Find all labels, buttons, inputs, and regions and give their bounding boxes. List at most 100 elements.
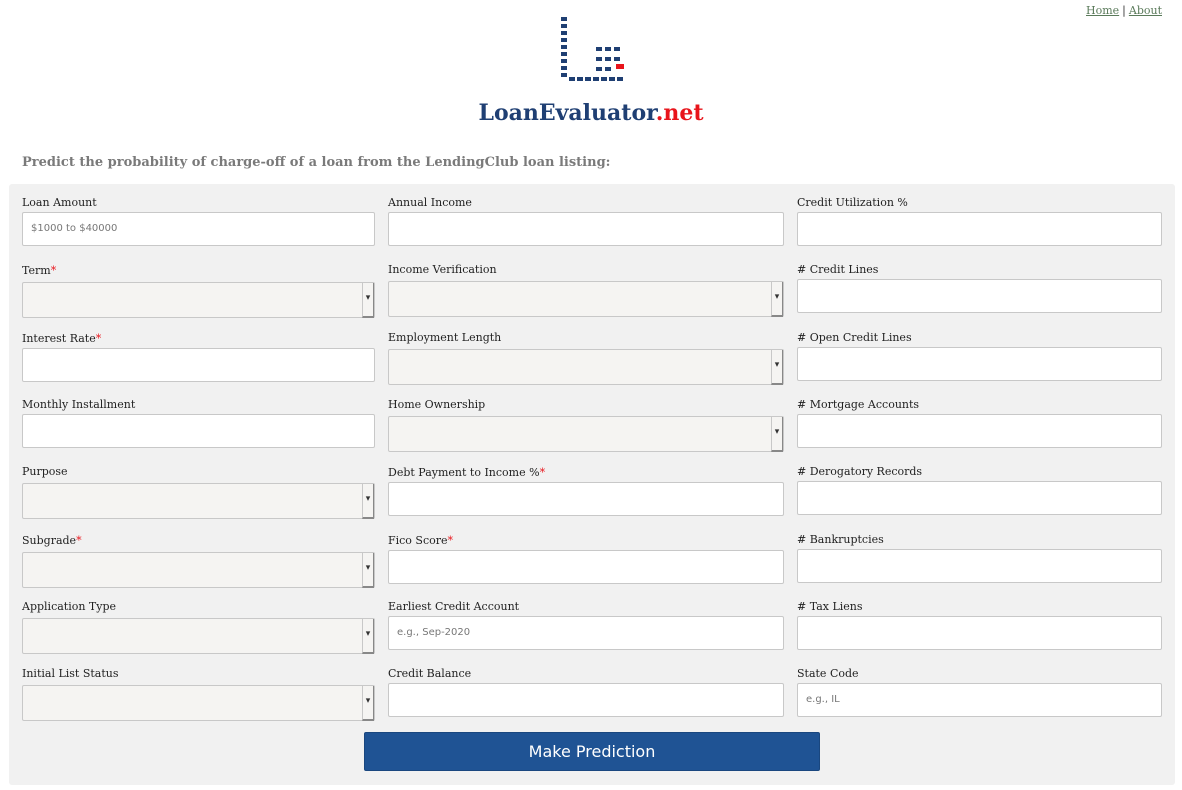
credit-balance-label: Credit Balance (388, 667, 784, 681)
loan-amount-field: Loan Amount $1000 to $40000 (22, 196, 375, 246)
num-tax-liens-input[interactable] (797, 616, 1162, 650)
credit-balance-field: Credit Balance (388, 667, 784, 717)
loan-amount-input[interactable]: $1000 to $40000 (22, 212, 375, 246)
num-derogatory-records-field: # Derogatory Records (797, 465, 1162, 515)
interest-rate-field: Interest Rate* (22, 332, 375, 382)
employment-length-label: Employment Length (388, 331, 784, 345)
earliest-credit-account-field: Earliest Credit Account e.g., Sep-2020 (388, 600, 784, 650)
num-bankruptcies-label: # Bankruptcies (797, 533, 1162, 547)
annual-income-input[interactable] (388, 212, 784, 246)
income-verification-field: Income Verification ▾ (388, 263, 784, 317)
initial-list-status-field: Initial List Status ▾ (22, 667, 375, 721)
term-select[interactable]: ▾ (22, 282, 375, 318)
top-nav: Home | About (1086, 4, 1162, 17)
required-asterisk: * (50, 264, 57, 277)
page-subtitle: Predict the probability of charge-off of… (22, 155, 611, 170)
num-credit-lines-input[interactable] (797, 279, 1162, 313)
home-ownership-select[interactable]: ▾ (388, 416, 784, 452)
num-derogatory-records-label: # Derogatory Records (797, 465, 1162, 479)
term-field: Term* ▾ (22, 264, 375, 318)
subgrade-select[interactable]: ▾ (22, 552, 375, 588)
num-derogatory-records-input[interactable] (797, 481, 1162, 515)
brand-tld: .net (655, 100, 704, 126)
monthly-installment-field: Monthly Installment (22, 398, 375, 448)
debt-payment-to-income-pct-label-text: Debt Payment to Income % (388, 466, 540, 479)
logo-icon (561, 17, 624, 81)
monthly-installment-input[interactable] (22, 414, 375, 448)
num-mortgage-accounts-input[interactable] (797, 414, 1162, 448)
interest-rate-input[interactable] (22, 348, 375, 382)
earliest-credit-account-label-text: Earliest Credit Account (388, 600, 520, 613)
chevron-down-icon[interactable]: ▾ (362, 283, 374, 318)
credit-utilization-pct-label-text: Credit Utilization % (797, 196, 908, 209)
chevron-down-icon[interactable]: ▾ (362, 553, 374, 588)
home-ownership-label-text: Home Ownership (388, 398, 486, 411)
employment-length-select[interactable]: ▾ (388, 349, 784, 385)
initial-list-status-label-text: Initial List Status (22, 667, 119, 680)
required-asterisk: * (76, 534, 82, 547)
num-bankruptcies-field: # Bankruptcies (797, 533, 1162, 583)
loan-amount-label-text: Loan Amount (22, 196, 97, 209)
chevron-down-icon[interactable]: ▾ (771, 417, 783, 452)
annual-income-label: Annual Income (388, 196, 784, 210)
credit-utilization-pct-input[interactable] (797, 212, 1162, 246)
num-derogatory-records-label-text: # Derogatory Records (797, 465, 923, 478)
purpose-field: Purpose ▾ (22, 465, 375, 519)
credit-utilization-pct-field: Credit Utilization % (797, 196, 1162, 246)
debt-payment-to-income-pct-input[interactable] (388, 482, 784, 516)
num-credit-lines-label: # Credit Lines (797, 263, 1162, 277)
num-open-credit-lines-label: # Open Credit Lines (797, 331, 1162, 345)
required-asterisk: * (539, 466, 546, 479)
application-type-label-text: Application Type (22, 600, 117, 613)
annual-income-label-text: Annual Income (388, 196, 472, 209)
num-credit-lines-label-text: # Credit Lines (797, 263, 879, 276)
income-verification-select[interactable]: ▾ (388, 281, 784, 317)
num-tax-liens-label: # Tax Liens (797, 600, 1162, 614)
term-label: Term* (22, 264, 375, 278)
home-link[interactable]: Home (1086, 4, 1119, 17)
income-verification-label-text: Income Verification (388, 263, 497, 276)
initial-list-status-select[interactable]: ▾ (22, 685, 375, 721)
application-type-field: Application Type ▾ (22, 600, 375, 654)
initial-list-status-label: Initial List Status (22, 667, 375, 681)
application-type-label: Application Type (22, 600, 375, 614)
chevron-down-icon[interactable]: ▾ (362, 686, 374, 721)
nav-separator: | (1122, 4, 1126, 17)
monthly-installment-label-text: Monthly Installment (22, 398, 136, 411)
term-label-text: Term (22, 264, 51, 277)
num-mortgage-accounts-label-text: # Mortgage Accounts (797, 398, 920, 411)
interest-rate-label-text: Interest Rate (22, 332, 96, 345)
loan-amount-label: Loan Amount (22, 196, 375, 210)
debt-payment-to-income-pct-label: Debt Payment to Income %* (388, 466, 784, 480)
loan-form: Loan Amount $1000 to $40000 Term* ▾ Interest… (9, 184, 1175, 785)
fico-score-label: Fico Score* (388, 534, 784, 548)
state-code-label-text: State Code (797, 667, 859, 680)
chevron-down-icon[interactable]: ▾ (771, 282, 783, 317)
num-bankruptcies-label-text: # Bankruptcies (797, 533, 884, 546)
make-prediction-button[interactable]: Make Prediction (364, 732, 820, 771)
interest-rate-label: Interest Rate* (22, 332, 375, 346)
num-open-credit-lines-field: # Open Credit Lines (797, 331, 1162, 381)
monthly-installment-label: Monthly Installment (22, 398, 375, 412)
fico-score-input[interactable] (388, 550, 784, 584)
state-code-input[interactable]: e.g., IL (797, 683, 1162, 717)
purpose-select[interactable]: ▾ (22, 483, 375, 519)
application-type-select[interactable]: ▾ (22, 618, 375, 654)
credit-balance-input[interactable] (388, 683, 784, 717)
required-asterisk: * (95, 332, 102, 345)
about-link[interactable]: About (1129, 4, 1162, 17)
num-credit-lines-field: # Credit Lines (797, 263, 1162, 313)
num-tax-liens-field: # Tax Liens (797, 600, 1162, 650)
num-bankruptcies-input[interactable] (797, 549, 1162, 583)
fico-score-label-text: Fico Score (388, 534, 448, 547)
earliest-credit-account-input[interactable]: e.g., Sep-2020 (388, 616, 784, 650)
num-tax-liens-label-text: # Tax Liens (797, 600, 863, 613)
purpose-label-text: Purpose (22, 465, 68, 478)
chevron-down-icon[interactable]: ▾ (362, 619, 374, 654)
num-open-credit-lines-input[interactable] (797, 347, 1162, 381)
chevron-down-icon[interactable]: ▾ (362, 484, 374, 519)
annual-income-field: Annual Income (388, 196, 784, 246)
chevron-down-icon[interactable]: ▾ (771, 350, 783, 385)
state-code-label: State Code (797, 667, 1162, 681)
num-open-credit-lines-label-text: # Open Credit Lines (797, 331, 912, 344)
